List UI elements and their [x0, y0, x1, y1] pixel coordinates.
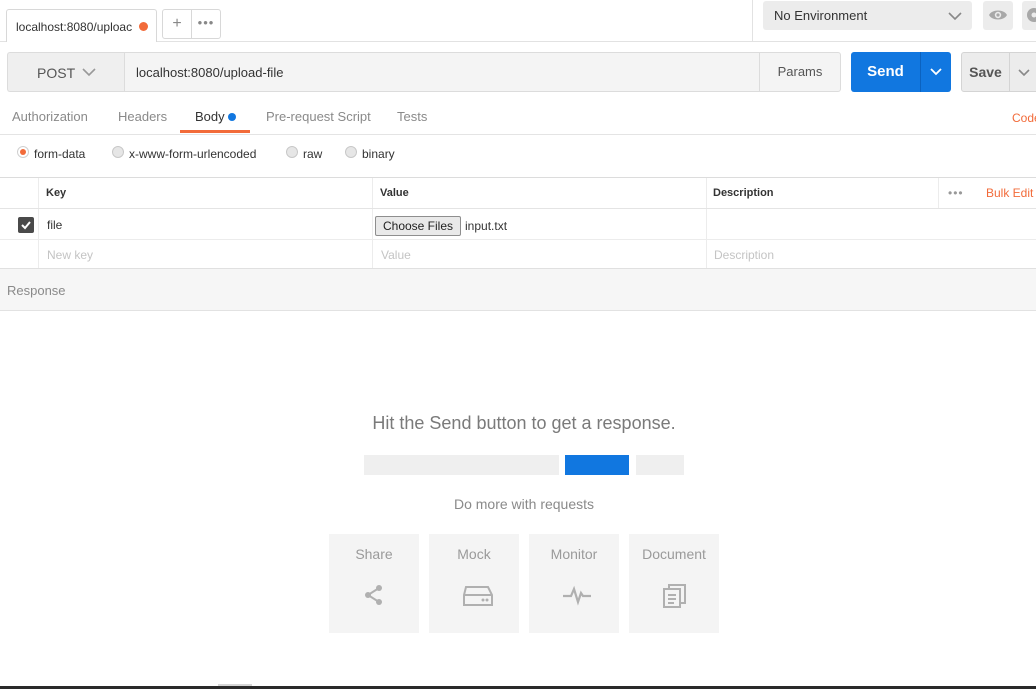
share-card[interactable]: Share: [329, 534, 419, 633]
environment-select[interactable]: No Environment: [763, 1, 972, 30]
table-options-button[interactable]: •••: [948, 186, 964, 200]
placeholder-bar: [565, 455, 629, 475]
placeholder-bar: [636, 455, 684, 475]
save-options-button[interactable]: [1009, 52, 1036, 92]
body-indicator-dot-icon: [228, 113, 236, 121]
checkmark-icon: [21, 221, 31, 230]
divider: [0, 177, 1036, 178]
do-more-heading: Do more with requests: [453, 496, 595, 512]
row-key[interactable]: file: [47, 218, 62, 232]
empty-response-hint: Hit the Send button to get a response.: [372, 413, 676, 433]
bulk-edit-link[interactable]: Bulk Edit: [986, 186, 1033, 200]
choose-files-button[interactable]: Choose Files: [375, 216, 461, 236]
params-button[interactable]: Params: [759, 52, 841, 92]
radio-label: raw: [303, 147, 323, 161]
column-divider: [372, 178, 373, 268]
active-tab-indicator: [180, 130, 250, 133]
radio-circle: [345, 146, 357, 158]
divider: [752, 0, 753, 42]
chevron-down-icon: [948, 9, 962, 24]
column-divider: [706, 178, 707, 268]
card-label: Monitor: [550, 546, 598, 562]
tab-authorization[interactable]: Authorization: [12, 109, 88, 124]
column-header-value: Value: [380, 187, 409, 199]
new-description-input[interactable]: Description: [714, 248, 774, 262]
document-card[interactable]: Document: [629, 534, 719, 633]
card-label: Mock: [457, 546, 491, 562]
response-label: Response: [7, 283, 66, 298]
mock-server-icon: [463, 586, 493, 606]
new-tab-button[interactable]: +: [162, 9, 192, 39]
column-header-key: Key: [46, 187, 67, 199]
url-input[interactable]: localhost:8080/upload-file: [124, 52, 760, 92]
send-button[interactable]: Send: [851, 52, 920, 92]
pane-resize-handle[interactable]: [218, 684, 252, 686]
new-value-input[interactable]: Value: [381, 248, 411, 262]
url-value: localhost:8080/upload-file: [136, 65, 284, 80]
column-divider: [938, 178, 939, 208]
row-enabled-checkbox[interactable]: [18, 217, 34, 233]
chevron-down-icon: [1018, 69, 1030, 77]
chevron-down-icon: [930, 68, 942, 76]
mock-card[interactable]: Mock: [429, 534, 519, 633]
radio-circle: [286, 146, 298, 158]
response-header: Response: [0, 269, 1036, 311]
card-label: Share: [355, 546, 393, 562]
method-select[interactable]: POST: [7, 52, 124, 92]
radio-label: binary: [362, 147, 395, 161]
radio-circle: [112, 146, 124, 158]
monitor-card[interactable]: Monitor: [529, 534, 619, 633]
tab-headers[interactable]: Headers: [118, 109, 167, 124]
new-key-input[interactable]: New key: [47, 248, 93, 262]
tab-pre-request-script[interactable]: Pre-request Script: [266, 109, 371, 124]
radio-circle: [17, 146, 29, 158]
radio-label: x-www-form-urlencoded: [129, 147, 257, 161]
divider: [0, 208, 1036, 209]
column-divider: [38, 178, 39, 268]
chevron-down-icon: [82, 68, 96, 77]
column-header-description: Description: [713, 187, 774, 199]
request-tab-label: localhost:8080/uploac: [16, 20, 133, 34]
save-button[interactable]: Save: [961, 52, 1010, 92]
monitor-pulse-icon: [563, 585, 591, 606]
document-icon: [663, 584, 686, 608]
tab-tests[interactable]: Tests: [397, 109, 427, 124]
share-icon: [365, 585, 382, 605]
unsaved-dot-icon: [139, 22, 148, 31]
radio-label: form-data: [34, 147, 86, 161]
top-tab-bar: localhost:8080/uploac + ••• No Environme…: [0, 0, 1036, 42]
divider: [0, 239, 1036, 240]
request-tab[interactable]: localhost:8080/uploac: [6, 9, 157, 42]
selected-file-name: input.txt: [465, 219, 508, 233]
divider: [0, 134, 1036, 135]
gear-icon: [1022, 8, 1036, 30]
environment-quick-look-button[interactable]: [983, 1, 1013, 30]
placeholder-bar: [364, 455, 559, 475]
code-link[interactable]: Code: [1012, 111, 1036, 125]
card-label: Document: [642, 546, 706, 562]
method-value: POST: [37, 65, 76, 81]
send-options-button[interactable]: [920, 52, 951, 92]
tab-options-button[interactable]: •••: [191, 9, 221, 39]
environment-select-value: No Environment: [774, 8, 868, 23]
manage-environments-button[interactable]: [1022, 1, 1036, 30]
tab-body[interactable]: Body: [195, 109, 225, 124]
